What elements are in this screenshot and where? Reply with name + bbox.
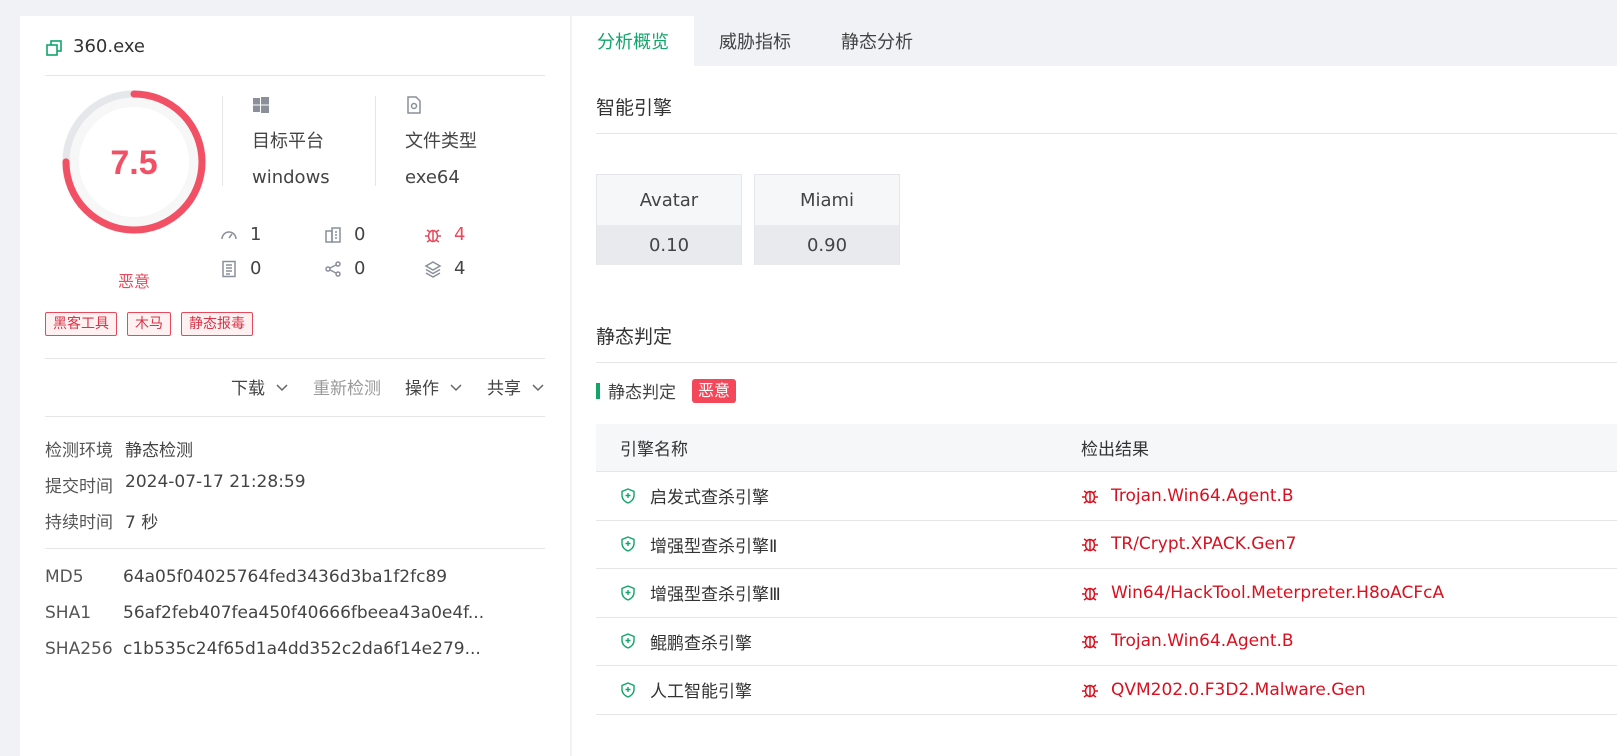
col-result: 检出结果 <box>1081 440 1149 460</box>
bug-icon <box>1082 635 1098 649</box>
detection-table: 引擎名称 检出结果 启发式查杀引擎 Trojan.Win64.Agent.B 增… <box>596 424 1617 715</box>
bug-icon <box>1082 538 1098 552</box>
shield-icon <box>621 633 635 649</box>
score-gauge: 7.5 <box>62 90 206 234</box>
tag-list: 黑客工具 木马 静态报毒 <box>45 312 253 336</box>
file-summary-panel: 360.exe 7.5 恶意 目标平台 windows 文件类型 exe64 1… <box>20 16 570 756</box>
platform-info: 目标平台 windows <box>252 96 330 190</box>
filetype-value: exe64 <box>405 167 460 188</box>
table-row: 增强型查杀引擎Ⅲ Win64/HackTool.Meterpreter.H8oA… <box>596 569 1617 618</box>
detection-result[interactable]: TR/Crypt.XPACK.Gen7 <box>1111 534 1297 554</box>
detection-result[interactable]: Win64/HackTool.Meterpreter.H8oACFcA <box>1111 583 1444 603</box>
stat-network: 0 <box>324 258 365 279</box>
download-dropdown[interactable]: 下载 <box>231 374 289 399</box>
detection-result[interactable]: Trojan.Win64.Agent.B <box>1111 631 1294 651</box>
accent-bar <box>596 382 600 399</box>
divider <box>596 362 1617 363</box>
analysis-panel: 分析概览 威胁指标 静态分析 智能引擎 Avatar 0.10 Miami 0.… <box>572 16 1617 756</box>
engine-card-miami: Miami 0.90 <box>754 174 900 265</box>
share-dropdown[interactable]: 共享 <box>487 374 545 399</box>
divider <box>596 133 1617 134</box>
file-name: 360.exe <box>73 36 146 57</box>
operate-dropdown[interactable]: 操作 <box>405 374 463 399</box>
verdict-label: 恶意 <box>117 272 150 291</box>
engine-name: Avatar <box>597 175 741 225</box>
bug-icon <box>1082 684 1098 698</box>
chevron-down-icon <box>276 383 288 391</box>
divider <box>45 416 545 417</box>
tab-overview[interactable]: 分析概览 <box>572 16 694 66</box>
hash-sha256: SHA256 c1b535c24f65d1a4dd352c2da6f14e279… <box>45 639 481 659</box>
stat-docs: 0 <box>220 258 261 279</box>
divider <box>45 358 545 359</box>
platform-label: 目标平台 <box>252 131 324 152</box>
action-bar: 下载 重新检测 操作 共享 <box>231 374 545 399</box>
table-row: 启发式查杀引擎 Trojan.Win64.Agent.B <box>596 472 1617 521</box>
tag[interactable]: 木马 <box>127 312 171 336</box>
stat-bug: 4 <box>424 224 465 245</box>
stat-speed: 1 <box>220 224 261 245</box>
col-engine: 引擎名称 <box>620 440 688 460</box>
building-icon <box>325 226 341 243</box>
tab-threat-indicators[interactable]: 威胁指标 <box>694 16 816 66</box>
engine-name: 人工智能引擎 <box>650 682 752 703</box>
speedometer-icon <box>221 230 237 239</box>
static-verdict-subhead: 静态判定 恶意 <box>596 378 737 403</box>
shield-icon <box>621 536 635 552</box>
tag[interactable]: 静态报毒 <box>181 312 253 336</box>
detection-result[interactable]: Trojan.Win64.Agent.B <box>1111 486 1294 506</box>
hash-sha1: SHA1 56af2feb407fea450f40666fbeea43a0e4f… <box>45 603 485 623</box>
divider <box>375 96 376 186</box>
engine-name: 启发式查杀引擎 <box>650 488 769 509</box>
table-row: 鲲鹏查杀引擎 Trojan.Win64.Agent.B <box>596 618 1617 666</box>
layers-icon <box>424 260 442 278</box>
windows-icon <box>253 97 269 113</box>
platform-value: windows <box>252 167 330 188</box>
table-row: 人工智能引擎 QVM202.0.F3D2.Malware.Gen <box>596 666 1617 715</box>
divider <box>45 548 545 549</box>
table-row: 增强型查杀引擎Ⅱ TR/Crypt.XPACK.Gen7 <box>596 521 1617 569</box>
copy-icon[interactable] <box>45 39 63 57</box>
bug-icon <box>1082 587 1098 601</box>
static-verdict-title: 静态判定 <box>596 326 673 348</box>
detection-result[interactable]: QVM202.0.F3D2.Malware.Gen <box>1111 680 1366 700</box>
tab-static-analysis[interactable]: 静态分析 <box>816 16 938 66</box>
engine-score: 0.10 <box>597 225 741 265</box>
bug-icon <box>1082 490 1098 504</box>
table-header: 引擎名称 检出结果 <box>596 424 1617 472</box>
network-share-icon <box>325 260 341 277</box>
stat-building: 0 <box>324 224 365 245</box>
meta-submit-time: 提交时间 2024-07-17 21:28:59 <box>45 472 306 497</box>
tag[interactable]: 黑客工具 <box>45 312 117 336</box>
smart-engine-title: 智能引擎 <box>596 97 673 119</box>
shield-icon <box>621 487 635 504</box>
divider <box>222 96 223 186</box>
hash-md5: MD5 64a05f04025764fed3436d3ba1f2fc89 <box>45 567 448 587</box>
chevron-down-icon <box>450 383 462 391</box>
engine-name: Miami <box>755 175 899 225</box>
engine-card-avatar: Avatar 0.10 <box>596 174 742 265</box>
engine-name: 增强型查杀引擎Ⅱ <box>650 536 778 557</box>
recheck-button[interactable]: 重新检测 <box>313 374 381 399</box>
stat-layers: 4 <box>424 258 465 279</box>
subhead-label: 静态判定 <box>608 383 676 403</box>
bug-icon <box>425 228 441 243</box>
engine-name: 增强型查杀引擎Ⅲ <box>650 585 781 606</box>
shield-icon <box>621 681 635 698</box>
filetype-info: 文件类型 exe64 <box>405 96 477 190</box>
file-gear-icon <box>407 96 421 114</box>
meta-duration: 持续时间 7 秒 <box>45 513 159 533</box>
chevron-down-icon <box>532 383 544 391</box>
filetype-label: 文件类型 <box>405 131 477 152</box>
engine-name: 鲲鹏查杀引擎 <box>650 633 752 654</box>
verdict-badge: 恶意 <box>692 378 737 403</box>
document-list-icon <box>222 260 236 277</box>
tab-bar: 分析概览 威胁指标 静态分析 <box>572 16 1617 66</box>
engine-score: 0.90 <box>755 225 899 265</box>
meta-env: 检测环境 静态检测 <box>45 441 193 461</box>
file-header: 360.exe <box>45 36 545 76</box>
score-value: 7.5 <box>110 144 157 182</box>
shield-icon <box>621 584 635 601</box>
